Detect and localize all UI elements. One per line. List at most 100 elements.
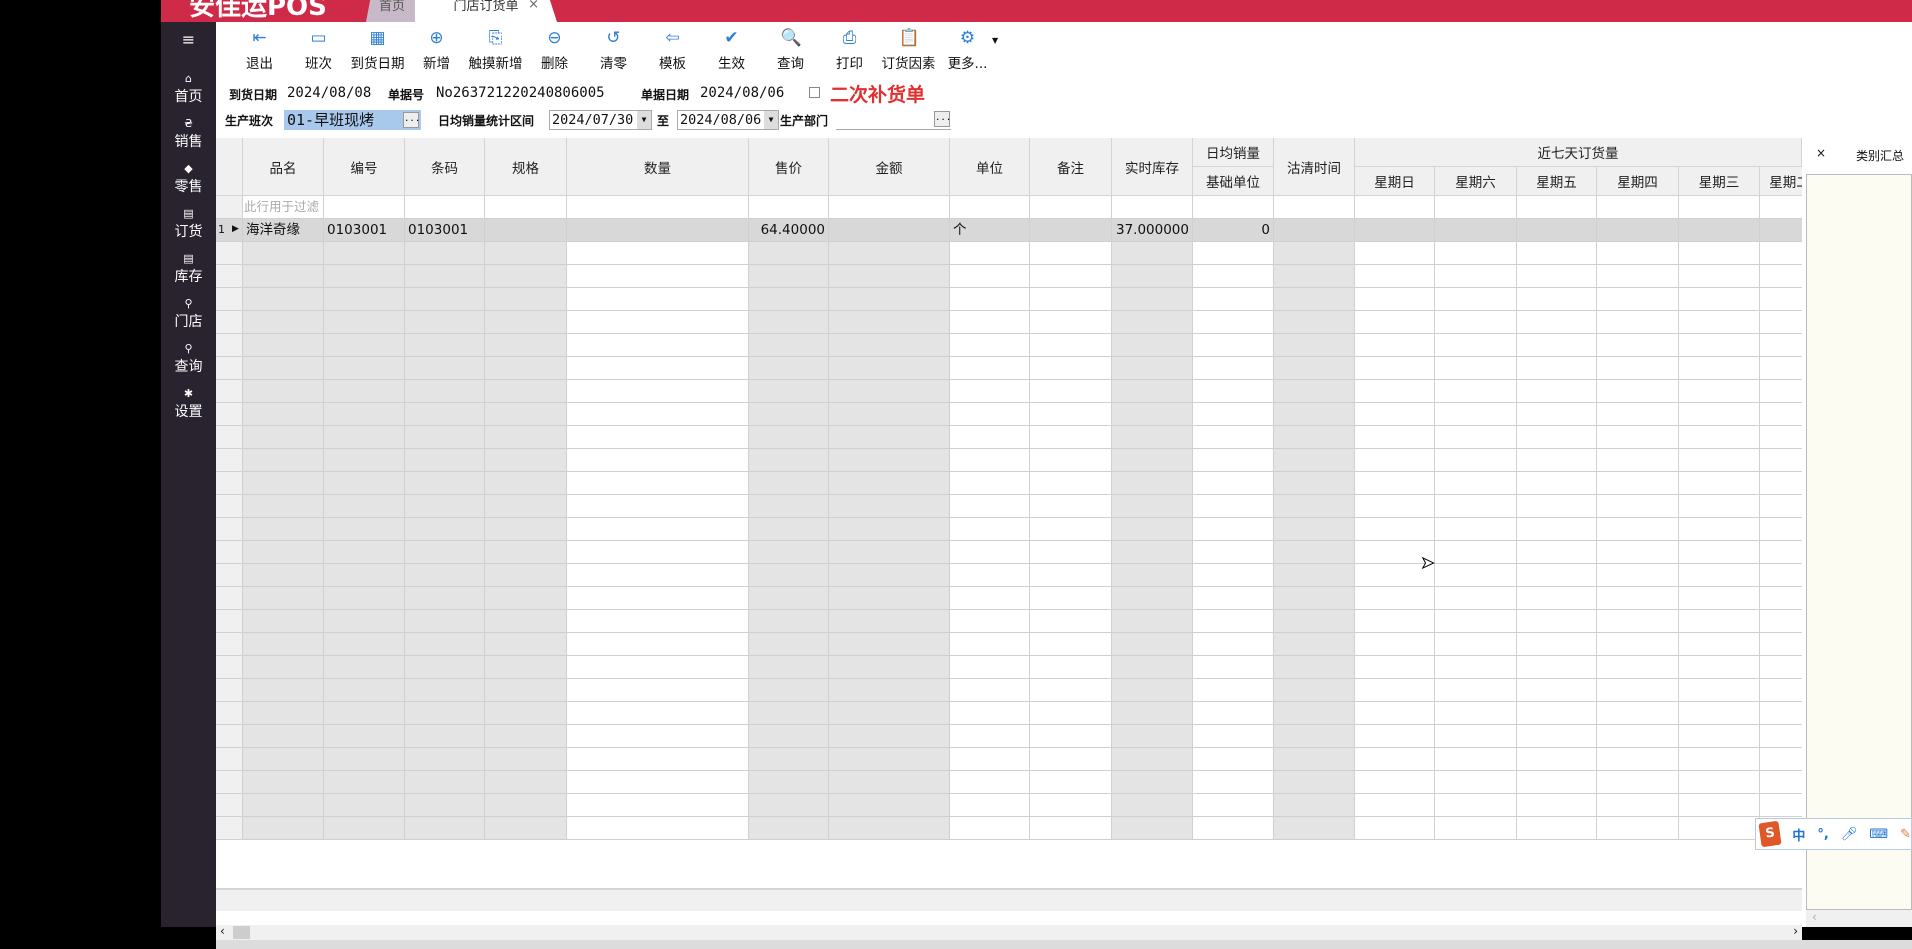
grid-cell[interactable]	[1355, 495, 1435, 518]
grid-cell[interactable]	[1597, 449, 1679, 472]
horizontal-scrollbar[interactable]: ‹ ›	[216, 924, 1802, 940]
grid-cell[interactable]	[1030, 656, 1112, 679]
grid-cell[interactable]	[567, 311, 749, 334]
grid-cell[interactable]	[950, 702, 1030, 725]
grid-cell[interactable]	[1760, 541, 1802, 564]
grid-cell[interactable]	[829, 771, 950, 794]
grid-cell[interactable]	[243, 541, 324, 564]
row-header[interactable]	[216, 472, 243, 495]
grid-cell[interactable]	[950, 541, 1030, 564]
grid-cell[interactable]	[1193, 725, 1274, 748]
grid-cell[interactable]	[1355, 518, 1435, 541]
filter-cell[interactable]	[950, 196, 1030, 219]
filter-input[interactable]: 此行用于过滤	[243, 196, 324, 219]
grid-cell[interactable]	[1597, 748, 1679, 771]
row-header[interactable]	[216, 725, 243, 748]
filter-cell[interactable]	[324, 196, 405, 219]
grid-cell[interactable]	[1030, 541, 1112, 564]
grid-cell[interactable]	[829, 472, 950, 495]
grid-cell[interactable]	[950, 288, 1030, 311]
grid-cell[interactable]	[405, 679, 485, 702]
grid-cell[interactable]	[1112, 587, 1193, 610]
grid-cell[interactable]	[324, 495, 405, 518]
grid-cell[interactable]	[1597, 679, 1679, 702]
grid-cell[interactable]	[1112, 288, 1193, 311]
grid-cell[interactable]	[1355, 794, 1435, 817]
grid-cell[interactable]	[1517, 771, 1597, 794]
grid-cell[interactable]	[950, 679, 1030, 702]
dropdown-icon[interactable]: ▼	[637, 111, 651, 129]
filter-cell[interactable]	[1030, 196, 1112, 219]
close-icon[interactable]: ×	[528, 0, 539, 12]
grid-cell[interactable]	[950, 242, 1030, 265]
grid-cell[interactable]	[1435, 449, 1517, 472]
grid-cell[interactable]	[1597, 610, 1679, 633]
grid-cell[interactable]	[1030, 334, 1112, 357]
grid-cell[interactable]	[1355, 702, 1435, 725]
grid-cell[interactable]	[749, 679, 829, 702]
skin-icon[interactable]: ✎	[1900, 827, 1911, 842]
grid-cell[interactable]	[1597, 656, 1679, 679]
grid-cell[interactable]	[485, 633, 567, 656]
grid-cell[interactable]	[1193, 449, 1274, 472]
grid-cell[interactable]	[485, 679, 567, 702]
grid-cell[interactable]	[950, 771, 1030, 794]
grid-cell[interactable]	[1679, 679, 1760, 702]
grid-cell[interactable]	[1193, 426, 1274, 449]
grid-cell[interactable]	[1112, 656, 1193, 679]
ime-mode[interactable]: 中	[1792, 825, 1805, 844]
grid-cell[interactable]	[324, 564, 405, 587]
grid-cell[interactable]	[749, 242, 829, 265]
grid-cell[interactable]	[1517, 357, 1597, 380]
grid-cell[interactable]	[749, 426, 829, 449]
grid-cell[interactable]	[1679, 656, 1760, 679]
grid-cell[interactable]	[243, 748, 324, 771]
second-replenish-checkbox[interactable]	[809, 87, 820, 98]
sidebar-item-2[interactable]: ◆ 零售	[161, 162, 216, 196]
grid-cell[interactable]	[829, 656, 950, 679]
grid-cell[interactable]	[1030, 794, 1112, 817]
grid-cell[interactable]	[1597, 426, 1679, 449]
grid-cell[interactable]	[1030, 357, 1112, 380]
sidebar-item-1[interactable]: ₴ 销售	[161, 117, 216, 151]
grid-cell[interactable]	[1030, 265, 1112, 288]
grid-cell[interactable]	[1193, 403, 1274, 426]
column-header[interactable]: 规格	[485, 138, 567, 196]
grid-cell[interactable]	[1355, 449, 1435, 472]
grid-cell[interactable]: 海洋奇缘	[243, 219, 324, 242]
filter-cell[interactable]	[1435, 196, 1517, 219]
grid-cell[interactable]	[1030, 610, 1112, 633]
grid-cell[interactable]	[243, 702, 324, 725]
grid-cell[interactable]	[1193, 679, 1274, 702]
grid-cell[interactable]	[405, 449, 485, 472]
grid-cell[interactable]	[485, 610, 567, 633]
grid-cell[interactable]	[567, 518, 749, 541]
column-header[interactable]: 数量	[567, 138, 749, 196]
grid-cell[interactable]	[485, 380, 567, 403]
tab-store-order[interactable]: 门店订货单 ×	[415, 0, 557, 22]
row-header[interactable]	[216, 495, 243, 518]
grid-cell[interactable]	[829, 242, 950, 265]
grid-cell[interactable]	[749, 495, 829, 518]
grid-cell[interactable]	[829, 426, 950, 449]
range-from-select[interactable]: 2024/07/30 ▼	[549, 110, 652, 130]
grid-cell[interactable]	[1679, 311, 1760, 334]
grid-cell[interactable]	[1597, 564, 1679, 587]
grid-cell[interactable]	[567, 541, 749, 564]
grid-cell[interactable]	[1274, 541, 1355, 564]
dropdown-icon[interactable]: ▼	[764, 111, 778, 129]
row-header[interactable]	[216, 633, 243, 656]
grid-cell[interactable]	[1435, 748, 1517, 771]
grid-cell[interactable]	[1597, 219, 1679, 242]
grid-cell[interactable]	[1597, 334, 1679, 357]
grid-cell[interactable]	[243, 518, 324, 541]
grid-cell[interactable]	[1597, 311, 1679, 334]
row-header[interactable]	[216, 288, 243, 311]
grid-cell[interactable]	[1679, 725, 1760, 748]
grid-cell[interactable]	[243, 380, 324, 403]
column-header[interactable]: 星期日	[1355, 167, 1435, 196]
grid-cell[interactable]	[324, 449, 405, 472]
grid-cell[interactable]	[1679, 748, 1760, 771]
grid-cell[interactable]	[324, 725, 405, 748]
grid-cell[interactable]	[749, 380, 829, 403]
